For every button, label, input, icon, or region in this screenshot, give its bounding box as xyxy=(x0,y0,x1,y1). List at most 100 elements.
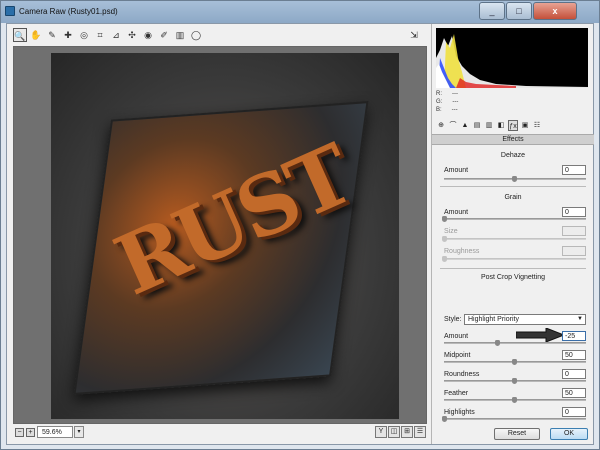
vignette-roundness-field[interactable]: 0 xyxy=(562,369,586,379)
adjustment-panel: R: --- G: --- B: --- ⊕ ⌒ ▲ ▤ ▥ ◧ ƒx ▣ ☷ Effects Deh… xyxy=(431,24,594,444)
panel-tabs: ⊕ ⌒ ▲ ▤ ▥ ◧ ƒx ▣ ☷ xyxy=(436,120,588,132)
crop-tool-icon[interactable]: ⌗ xyxy=(93,28,107,42)
dehaze-amount-slider[interactable] xyxy=(444,176,586,182)
chevron-down-icon[interactable]: ▾ xyxy=(74,426,84,438)
detail-tab-icon[interactable]: ▲ xyxy=(460,120,470,131)
grain-amount-label: Amount xyxy=(444,209,469,216)
vignette-style-select[interactable]: Highlight Priority ▼ xyxy=(464,314,586,325)
preview-status-bar: − + 59.6% ▾ Y ◫ ⊞ ☰ xyxy=(13,426,427,440)
radial-filter-icon[interactable]: ◯ xyxy=(189,28,203,42)
open-in-editor-icon[interactable]: ⇲ xyxy=(407,28,421,42)
grain-title: Grain xyxy=(504,194,522,201)
vignette-roundness-slider[interactable] xyxy=(444,378,586,384)
vignette-style-value: Highlight Priority xyxy=(468,316,519,323)
slider-thumb[interactable] xyxy=(494,340,500,346)
vignette-roundness-label: Roundness xyxy=(444,371,480,378)
grain-size-field xyxy=(562,226,586,236)
app-icon xyxy=(5,6,15,16)
basic-tab-icon[interactable]: ⊕ xyxy=(436,120,446,131)
presets-tab-icon[interactable]: ☷ xyxy=(532,120,542,131)
annotation-arrow-icon xyxy=(516,328,564,342)
slider-thumb[interactable] xyxy=(512,397,517,403)
spot-removal-tool-icon[interactable]: ✣ xyxy=(125,28,139,42)
reset-button[interactable]: Reset xyxy=(494,428,540,440)
camera-raw-window: Camera Raw (Rusty01.psd) _ □ x 🔍 ✋ ✎ ✚ ◎ ⌗ ⊿ ✣ ◉… xyxy=(0,0,600,450)
hand-tool-icon[interactable]: ✋ xyxy=(29,28,43,42)
window-title: Camera Raw (Rusty01.psd) xyxy=(19,7,118,16)
preview-photo: RUST xyxy=(51,53,399,419)
grain-amount-field[interactable]: 0 xyxy=(562,207,586,217)
vignette-feather-field[interactable]: 50 xyxy=(562,388,586,398)
dehaze-title: Dehaze xyxy=(500,152,526,159)
grain-roughness-slider xyxy=(442,256,586,262)
r-label: R: xyxy=(436,91,442,97)
vignette-amount-label: Amount xyxy=(444,333,469,340)
slider-thumb[interactable] xyxy=(512,176,517,182)
minimize-button[interactable]: _ xyxy=(479,2,505,20)
dehaze-amount-field[interactable]: 0 xyxy=(562,165,586,175)
ok-button[interactable]: OK xyxy=(550,428,588,440)
dialog-client-area: 🔍 ✋ ✎ ✚ ◎ ⌗ ⊿ ✣ ◉ ✐ ▥ ◯ ⇲ RUST − + 59.6% ▾ Y ◫ ⊞ ☰ xyxy=(6,23,594,445)
targeted-adjustment-tool-icon[interactable]: ◎ xyxy=(77,28,91,42)
grain-roughness-label: Roughness xyxy=(444,248,480,255)
grain-size-slider xyxy=(442,236,586,242)
split-toning-tab-icon[interactable]: ▥ xyxy=(484,120,494,131)
vignette-amount-field[interactable]: -25 xyxy=(562,331,586,341)
r-value: --- xyxy=(452,91,458,97)
slider-thumb xyxy=(442,236,447,242)
vignetting-title: Post Crop Vignetting xyxy=(480,274,546,281)
panel-header: Effects xyxy=(432,134,594,145)
g-value: --- xyxy=(452,99,459,105)
maximize-button[interactable]: □ xyxy=(506,2,532,20)
red-eye-tool-icon[interactable]: ◉ xyxy=(141,28,155,42)
grain-amount-slider[interactable] xyxy=(442,216,586,222)
rgb-readout: R: --- G: --- B: --- xyxy=(436,90,588,116)
zoom-out-button[interactable]: − xyxy=(15,428,24,437)
preview-preferences-button[interactable]: ☰ xyxy=(414,426,426,438)
vignette-feather-label: Feather xyxy=(444,390,469,397)
zoom-tool-icon[interactable]: 🔍 xyxy=(13,28,27,42)
adjustment-brush-icon[interactable]: ✐ xyxy=(157,28,171,42)
vignette-midpoint-label: Midpoint xyxy=(444,352,471,359)
slider-thumb[interactable] xyxy=(442,216,447,222)
vignette-style-label: Style: xyxy=(444,316,462,323)
zoom-level-field[interactable]: 59.6% xyxy=(37,426,73,438)
vignette-amount-slider[interactable] xyxy=(444,340,586,346)
color-sampler-tool-icon[interactable]: ✚ xyxy=(61,28,75,42)
swap-settings-button[interactable]: ⊞ xyxy=(401,426,413,438)
dehaze-amount-label: Amount xyxy=(444,167,469,174)
vignette-midpoint-slider[interactable] xyxy=(444,359,586,365)
vignette-feather-slider[interactable] xyxy=(444,397,586,403)
close-button[interactable]: x xyxy=(533,2,577,20)
straighten-tool-icon[interactable]: ⊿ xyxy=(109,28,123,42)
divider xyxy=(440,186,586,187)
lens-tab-icon[interactable]: ◧ xyxy=(496,120,506,131)
zoom-in-button[interactable]: + xyxy=(26,428,35,437)
vignette-highlights-label: Highlights xyxy=(444,409,475,416)
chevron-down-icon: ▼ xyxy=(577,316,583,322)
divider xyxy=(440,268,586,269)
grain-size-label: Size xyxy=(444,228,458,235)
effects-tab-icon[interactable]: ƒx xyxy=(508,120,518,131)
title-bar[interactable]: Camera Raw (Rusty01.psd) _ □ x xyxy=(1,1,599,23)
b-label: B: xyxy=(436,107,442,113)
vignette-midpoint-field[interactable]: 50 xyxy=(562,350,586,360)
vignette-highlights-field[interactable]: 0 xyxy=(562,407,586,417)
slider-thumb[interactable] xyxy=(442,416,447,422)
before-after-button[interactable]: ◫ xyxy=(388,426,400,438)
b-value: --- xyxy=(451,107,458,113)
image-preview[interactable]: RUST xyxy=(13,46,427,424)
histogram xyxy=(436,28,588,88)
graduated-filter-icon[interactable]: ▥ xyxy=(173,28,187,42)
slider-thumb[interactable] xyxy=(512,359,517,365)
hsl-tab-icon[interactable]: ▤ xyxy=(472,120,482,131)
tone-curve-tab-icon[interactable]: ⌒ xyxy=(448,120,458,131)
white-balance-tool-icon[interactable]: ✎ xyxy=(45,28,59,42)
camera-calibration-tab-icon[interactable]: ▣ xyxy=(520,120,530,131)
vignette-highlights-slider[interactable] xyxy=(442,416,586,422)
slider-thumb xyxy=(442,256,447,262)
view-toggle-y-button[interactable]: Y xyxy=(375,426,387,438)
slider-thumb[interactable] xyxy=(512,378,517,384)
grain-roughness-field xyxy=(562,246,586,256)
g-label: G: xyxy=(436,99,443,105)
